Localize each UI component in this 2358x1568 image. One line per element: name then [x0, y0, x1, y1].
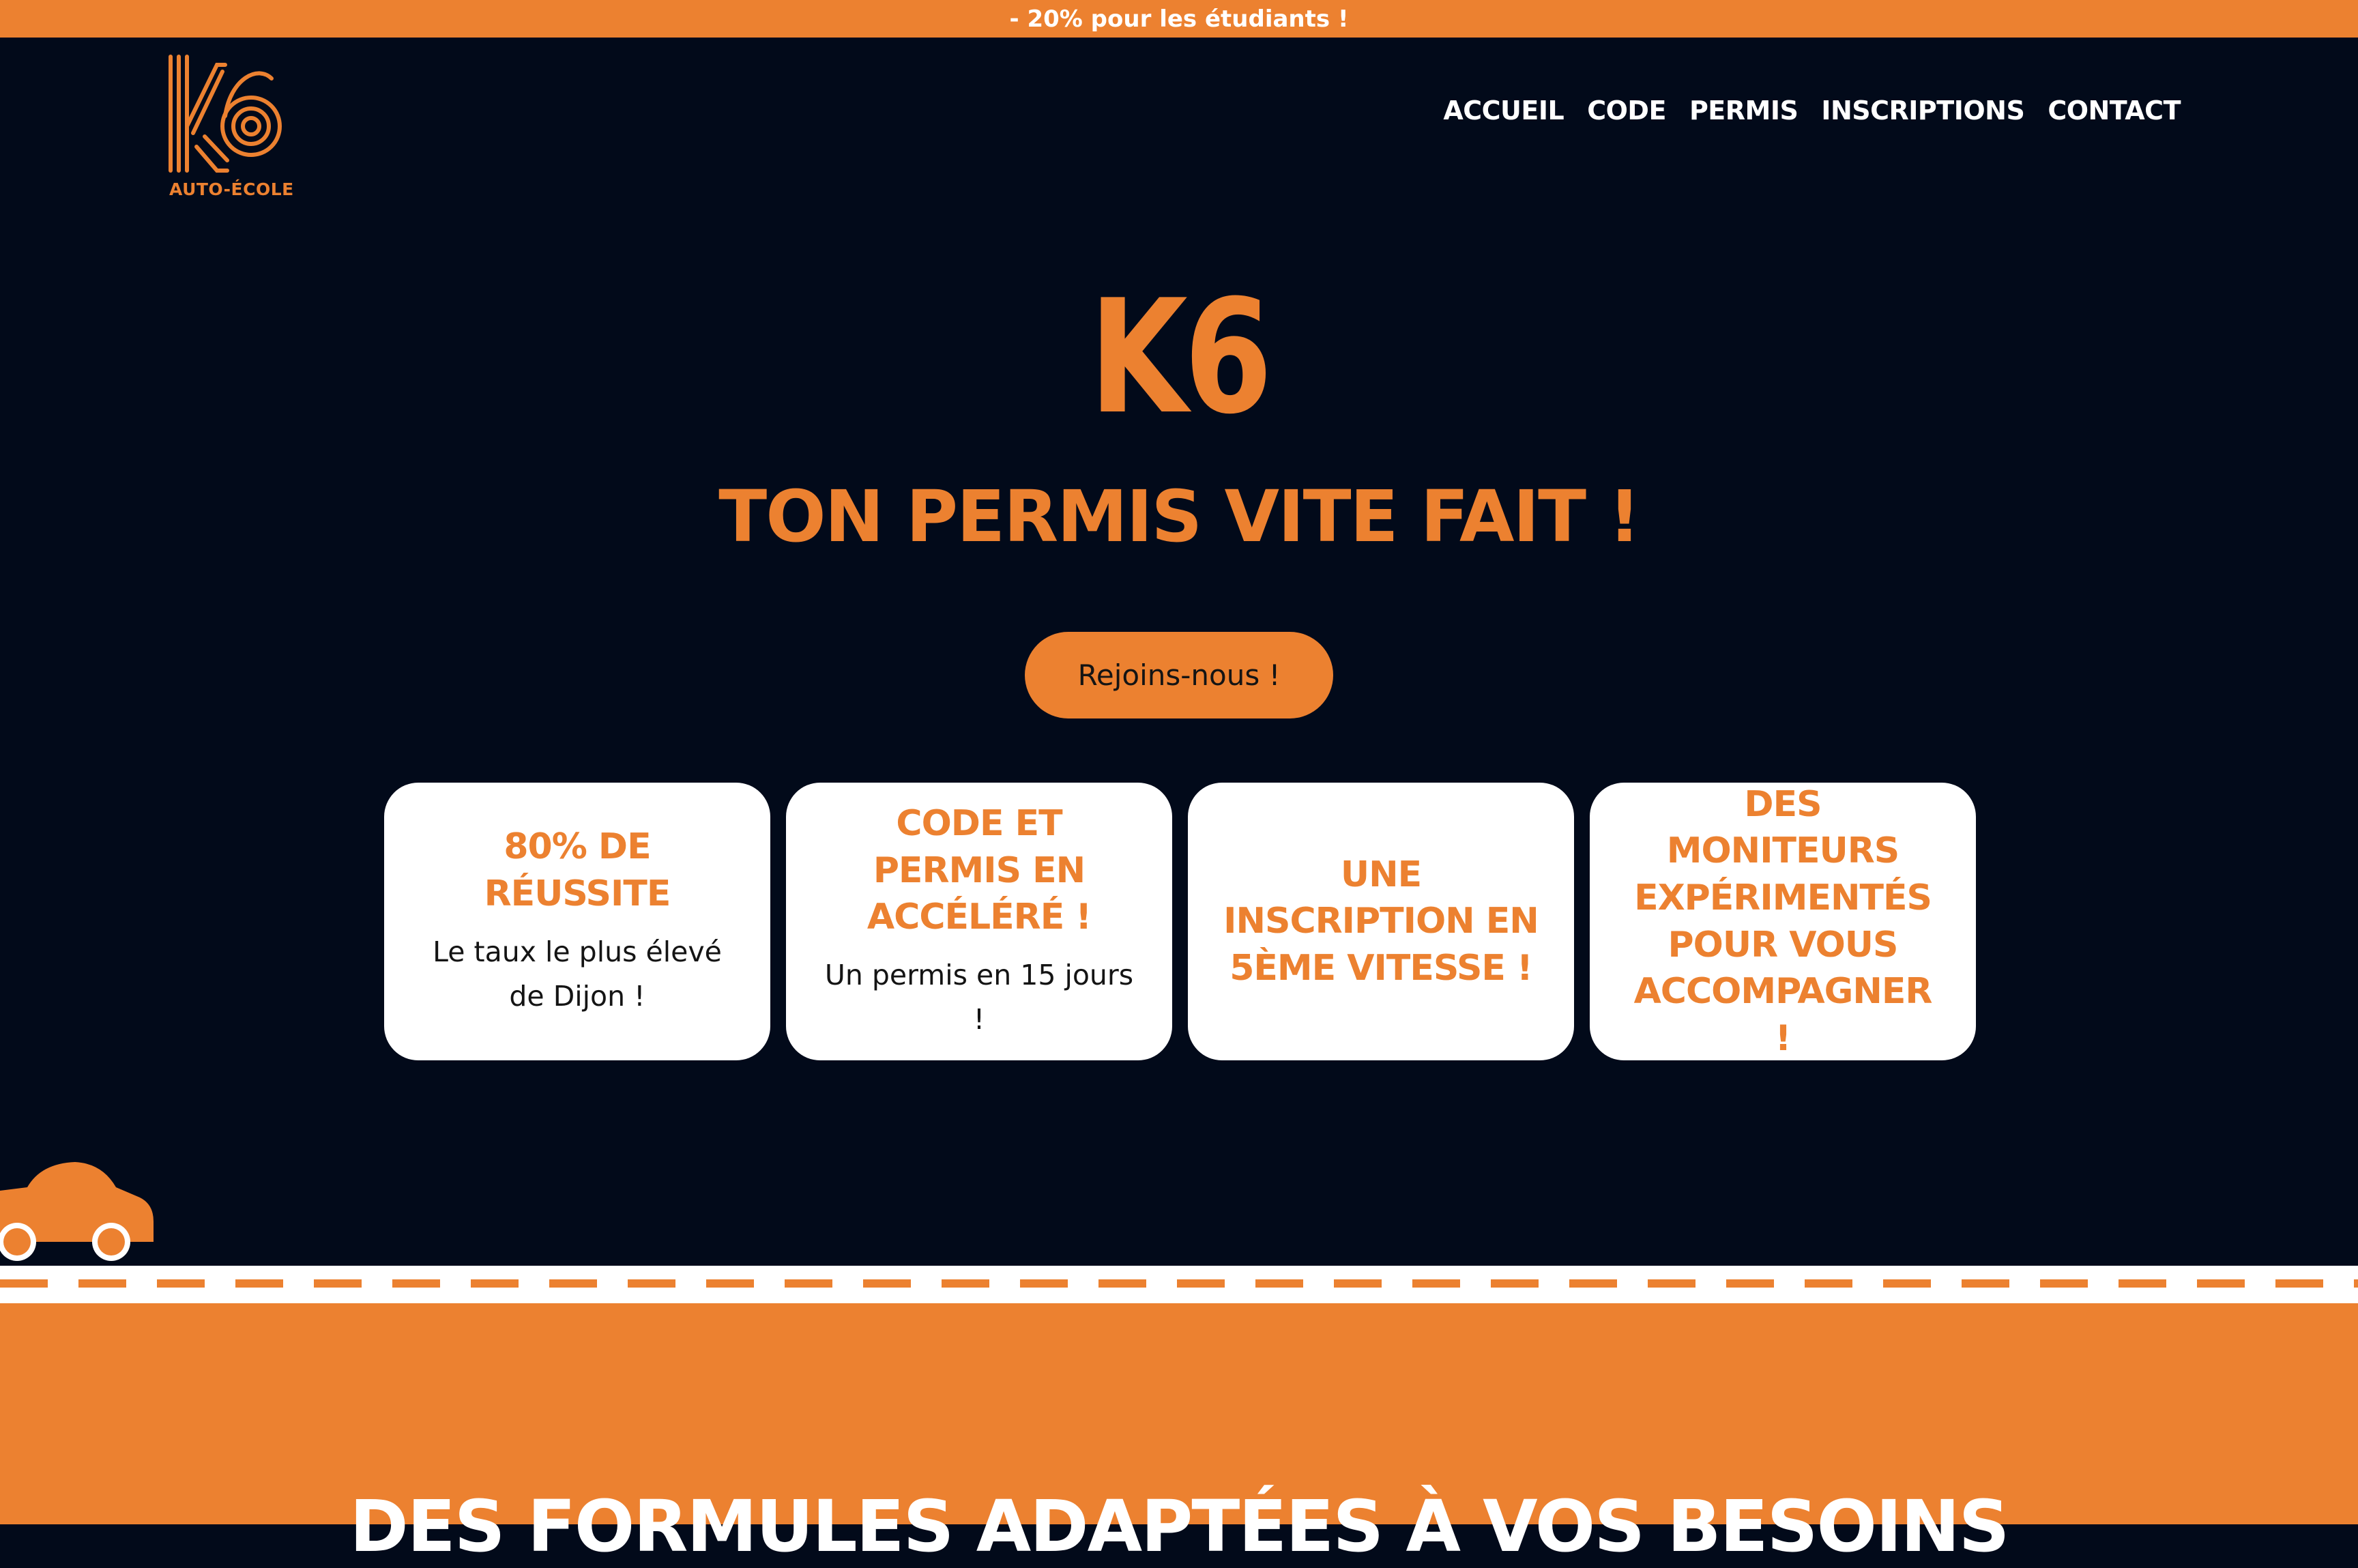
- hero-title: K6: [1089, 267, 1272, 449]
- card-title: 80% DE RÉUSSITE: [484, 826, 671, 914]
- nav-item-accueil[interactable]: ACCUEIL: [1443, 96, 1564, 126]
- logo-subtitle: AUTO-ÉCOLE: [169, 179, 294, 199]
- card-title: CODE ET PERMIS EN ACCÉLÉRÉ !: [867, 802, 1092, 938]
- nav-item-permis[interactable]: PERMIS: [1689, 96, 1799, 126]
- promo-banner: - 20% pour les étudiants !: [0, 0, 2358, 38]
- nav-item-contact[interactable]: CONTACT: [2048, 96, 2181, 126]
- feature-card-fast-track: CODE ET PERMIS EN ACCÉLÉRÉ ! Un permis e…: [786, 783, 1172, 1060]
- nav-item-inscriptions[interactable]: INSCRIPTIONS: [1821, 96, 2024, 126]
- road-dashes: [0, 1279, 2358, 1288]
- join-button[interactable]: Rejoins-nous !: [1025, 632, 1333, 718]
- feature-card-registration: UNE INSCRIPTION EN 5ÈME VITESSE !: [1188, 783, 1574, 1060]
- card-text: Un permis en 15 jours !: [824, 958, 1134, 1036]
- feature-card-instructors: DES MONITEURS EXPÉRIMENTÉS POUR VOUS ACC…: [1590, 783, 1976, 1060]
- nav-item-code[interactable]: CODE: [1587, 96, 1666, 126]
- feature-card-success: 80% DE RÉUSSITE Le taux le plus élevé de…: [384, 783, 770, 1060]
- section-heading: DES FORMULES ADAPTÉES À VOS BESOINS: [349, 1485, 2009, 1568]
- car-icon: [0, 1162, 154, 1261]
- card-title: UNE INSCRIPTION EN 5ÈME VITESSE !: [1223, 854, 1539, 989]
- hero-subtitle: TON PERMIS VITE FAIT !: [718, 475, 1641, 558]
- card-title: DES MONITEURS EXPÉRIMENTÉS POUR VOUS ACC…: [1633, 783, 1933, 1059]
- features-cards: 80% DE RÉUSSITE Le taux le plus élevé de…: [384, 783, 1976, 1060]
- main-nav: ACCUEIL CODE PERMIS INSCRIPTIONS CONTACT: [1443, 96, 2181, 126]
- card-text: Le taux le plus élevé de Dijon !: [433, 935, 722, 1013]
- promo-text: - 20% pour les étudiants !: [1009, 5, 1349, 33]
